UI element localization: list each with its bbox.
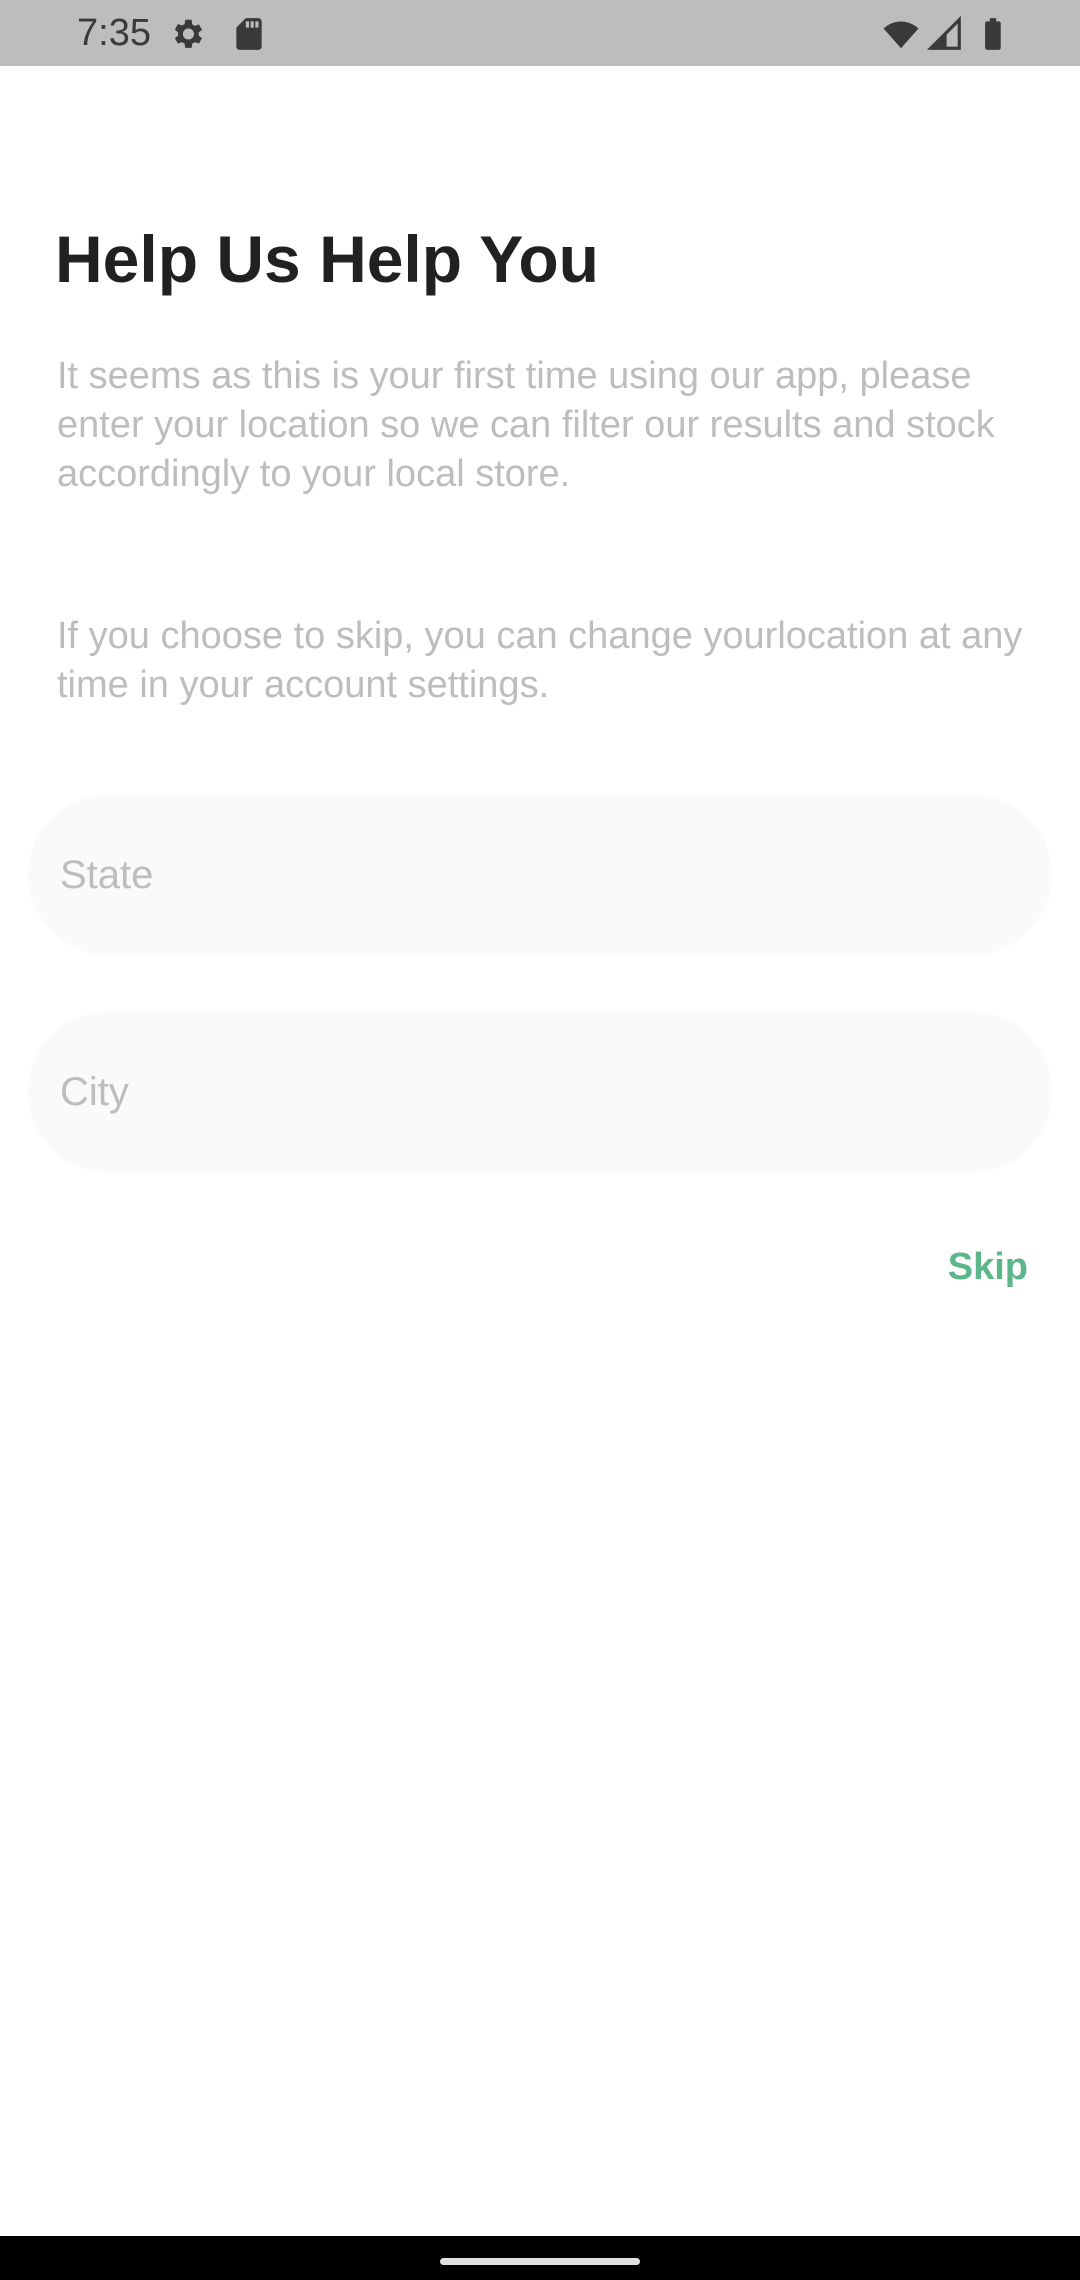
navigation-bar <box>0 2236 1080 2280</box>
wifi-icon <box>883 21 919 49</box>
city-input[interactable] <box>60 1012 1020 1172</box>
status-bar: 7:35 <box>0 0 1080 66</box>
skip-description: If you choose to skip, you can change yo… <box>57 615 1023 706</box>
state-input[interactable] <box>60 795 1020 955</box>
city-field[interactable] <box>28 1012 1052 1172</box>
intro-description: It seems as this is your first time usin… <box>57 355 995 495</box>
signal-icon <box>926 15 961 50</box>
status-time: 7:35 <box>77 12 151 54</box>
state-field[interactable] <box>28 795 1052 955</box>
gear-icon <box>174 19 203 48</box>
home-gesture-handle[interactable] <box>440 2258 640 2265</box>
sd-card-icon <box>236 18 262 50</box>
skip-button[interactable]: Skip <box>948 1245 1028 1289</box>
location-setup-screen: 7:35 Help Us Help You It seems as this i… <box>0 0 1080 2280</box>
battery-icon <box>985 18 1001 50</box>
page-title: Help Us Help You <box>55 222 599 296</box>
